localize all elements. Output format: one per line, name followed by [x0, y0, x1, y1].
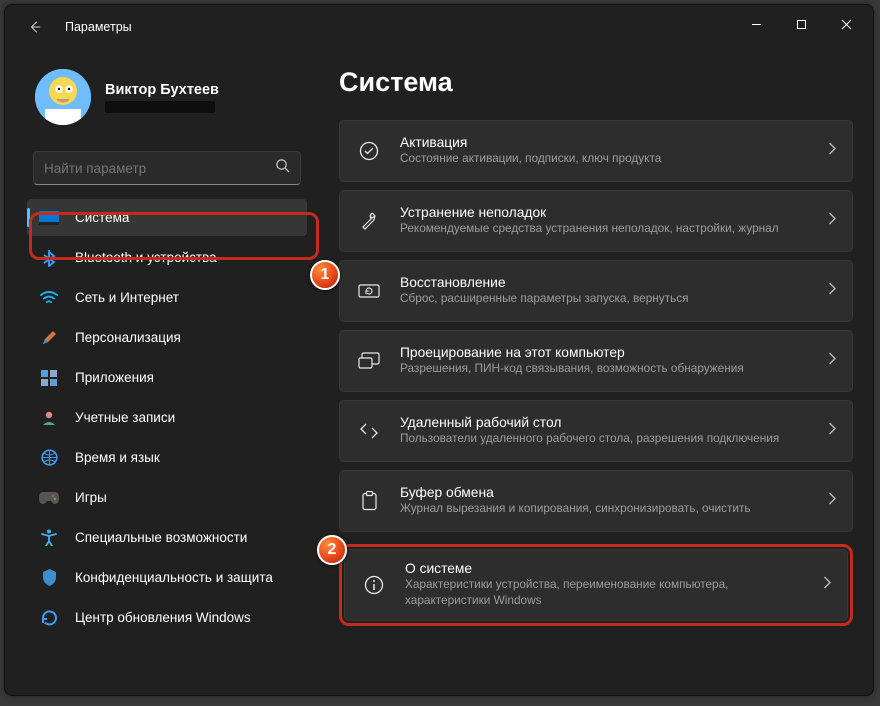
close-button[interactable] — [824, 9, 869, 39]
profile-name: Виктор Бухтеев — [105, 82, 219, 98]
nav-accounts[interactable]: Учетные записи — [27, 399, 307, 436]
card-desc: Пользователи удаленного рабочего стола, … — [400, 431, 808, 447]
nav-label: Приложения — [75, 370, 154, 385]
annotation-badge-2: 2 — [317, 535, 347, 565]
card-desc: Рекомендуемые средства устранения непола… — [400, 221, 808, 237]
nav-network[interactable]: Сеть и Интернет — [27, 279, 307, 316]
maximize-button[interactable] — [779, 9, 824, 39]
time-lang-icon — [39, 448, 59, 468]
card-desc: Состояние активации, подписки, ключ прод… — [400, 151, 808, 167]
back-button[interactable] — [21, 13, 49, 41]
nav-personalization[interactable]: Персонализация — [27, 319, 307, 356]
nav-label: Учетные записи — [75, 410, 175, 425]
wifi-icon — [39, 288, 59, 308]
profile-block[interactable]: Виктор Бухтеев — [27, 61, 307, 145]
search-input[interactable] — [44, 161, 275, 176]
system-icon — [39, 208, 59, 228]
bluetooth-icon — [39, 248, 59, 268]
chevron-right-icon — [828, 352, 836, 370]
nav-label: Конфиденциальность и защита — [75, 570, 273, 585]
check-circle-icon — [358, 141, 380, 161]
nav-label: Сеть и Интернет — [75, 290, 179, 305]
remote-icon — [358, 422, 380, 440]
games-icon — [39, 488, 59, 508]
nav-label: Время и язык — [75, 450, 160, 465]
accessibility-icon — [39, 528, 59, 548]
annotation-badge-1: 1 — [310, 260, 340, 290]
nav-label: Система — [75, 210, 129, 225]
nav-gaming[interactable]: Игры — [27, 479, 307, 516]
search-icon — [275, 158, 290, 178]
settings-cards: АктивацияСостояние активации, подписки, … — [339, 120, 853, 626]
card-projecting[interactable]: Проецирование на этот компьютерРазрешени… — [339, 330, 853, 392]
brush-icon — [39, 328, 59, 348]
window-controls — [734, 9, 869, 39]
privacy-icon — [39, 568, 59, 588]
card-title: Устранение неполадок — [400, 205, 808, 220]
nav-apps[interactable]: Приложения — [27, 359, 307, 396]
info-icon — [363, 575, 385, 595]
apps-icon — [39, 368, 59, 388]
card-title: Буфер обмена — [400, 485, 808, 500]
chevron-right-icon — [828, 492, 836, 510]
annotation-highlight-2: О системеХарактеристики устройства, пере… — [339, 544, 853, 626]
recovery-icon — [358, 282, 380, 300]
nav-update[interactable]: Центр обновления Windows — [27, 599, 307, 636]
nav-accessibility[interactable]: Специальные возможности — [27, 519, 307, 556]
card-desc: Сброс, расширенные параметры запуска, ве… — [400, 291, 808, 307]
arrow-left-icon — [28, 20, 42, 34]
clipboard-icon — [358, 491, 380, 511]
avatar — [35, 69, 91, 125]
nav-label: Игры — [75, 490, 107, 505]
chevron-right-icon — [828, 282, 836, 300]
card-title: Восстановление — [400, 275, 808, 290]
settings-window: Параметры Виктор Б — [4, 4, 874, 696]
card-title: Активация — [400, 135, 808, 150]
nav-label: Bluetooth и устройства — [75, 250, 217, 265]
update-icon — [39, 608, 59, 628]
card-title: Проецирование на этот компьютер — [400, 345, 808, 360]
card-recovery[interactable]: ВосстановлениеСброс, расширенные парамет… — [339, 260, 853, 322]
profile-email-redacted — [105, 101, 215, 113]
chevron-right-icon — [823, 576, 831, 594]
sidebar: Виктор Бухтеев Система Bluetooth и устро… — [5, 49, 315, 695]
nav-privacy[interactable]: Конфиденциальность и защита — [27, 559, 307, 596]
nav-list: Система Bluetooth и устройства Сеть и Ин… — [27, 199, 307, 636]
main-panel: Система АктивацияСостояние активации, по… — [315, 49, 873, 695]
card-clipboard[interactable]: Буфер обменаЖурнал вырезания и копирован… — [339, 470, 853, 532]
nav-label: Центр обновления Windows — [75, 610, 251, 625]
card-remote[interactable]: Удаленный рабочий столПользователи удале… — [339, 400, 853, 462]
nav-system[interactable]: Система — [27, 199, 307, 236]
card-troubleshoot[interactable]: Устранение неполадокРекомендуемые средст… — [339, 190, 853, 252]
card-about[interactable]: О системеХарактеристики устройства, пере… — [344, 549, 848, 621]
nav-label: Специальные возможности — [75, 530, 247, 545]
account-icon — [39, 408, 59, 428]
nav-bluetooth[interactable]: Bluetooth и устройства — [27, 239, 307, 276]
project-icon — [358, 352, 380, 370]
nav-time[interactable]: Время и язык — [27, 439, 307, 476]
card-desc: Журнал вырезания и копирования, синхрони… — [400, 501, 808, 517]
nav-label: Персонализация — [75, 330, 181, 345]
chevron-right-icon — [828, 422, 836, 440]
search-box[interactable] — [33, 151, 301, 185]
card-title: О системе — [405, 561, 803, 576]
card-activation[interactable]: АктивацияСостояние активации, подписки, … — [339, 120, 853, 182]
chevron-right-icon — [828, 142, 836, 160]
card-desc: Характеристики устройства, переименовани… — [405, 577, 803, 609]
chevron-right-icon — [828, 212, 836, 230]
page-heading: Система — [339, 67, 853, 98]
window-title: Параметры — [65, 20, 132, 34]
minimize-button[interactable] — [734, 9, 779, 39]
card-desc: Разрешения, ПИН-код связывания, возможно… — [400, 361, 808, 377]
wrench-icon — [358, 211, 380, 231]
card-title: Удаленный рабочий стол — [400, 415, 808, 430]
